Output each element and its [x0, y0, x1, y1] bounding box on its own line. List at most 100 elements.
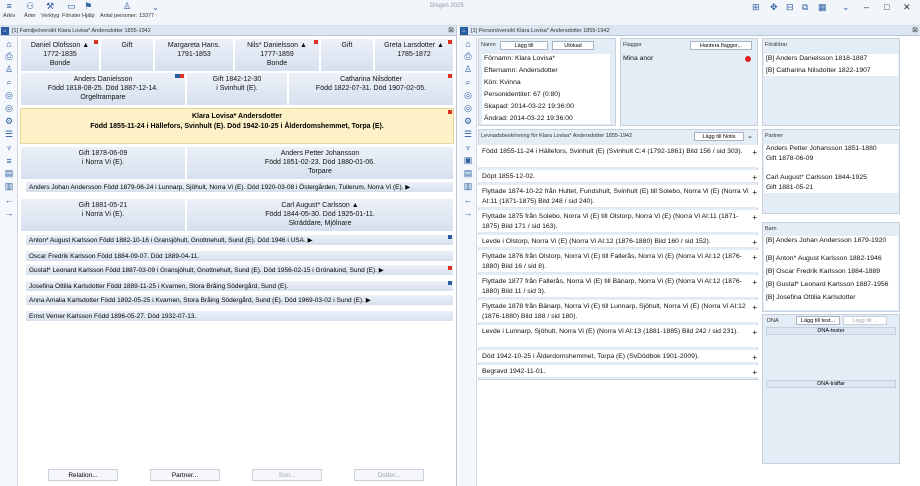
list-icon[interactable]: ≡ — [0, 154, 18, 167]
forward-icon[interactable]: → — [0, 206, 18, 219]
child-item[interactable]: [B] Anders Johan Andersson 1879-1920 — [766, 236, 898, 246]
parents-marriage-card[interactable]: Gift 1842-12-30 i Svinhult (E). — [186, 72, 288, 106]
tree-icon[interactable]: ♆ — [0, 141, 18, 154]
add-icon[interactable]: + — [752, 353, 757, 363]
father-card[interactable]: Anders Danielsson Född 1818-08-25. Död 18… — [20, 72, 186, 106]
child-item[interactable]: [B] Oscar Fredrik Karlsson 1884-1889 — [766, 267, 898, 277]
child-item[interactable]: [B] Gustaf* Leonard Karlsson 1887-1956 — [766, 280, 898, 290]
grandparent-card[interactable]: Nils* Danielsson ▲ 1777-1859 Bonde — [234, 38, 320, 72]
extended-button[interactable]: Utökad — [552, 41, 594, 50]
home-icon[interactable]: ⌂ — [459, 37, 477, 50]
doc-icon[interactable]: ▤ — [459, 167, 477, 180]
add-icon[interactable]: + — [752, 253, 757, 263]
back-icon[interactable]: ← — [459, 193, 477, 206]
parent-item[interactable]: [B] Catharina Nilsdotter 1822-1907 — [766, 66, 898, 76]
cascade-icon[interactable]: ⧉ — [802, 2, 808, 13]
search-icon[interactable]: ⌕ — [459, 76, 477, 89]
close-icon[interactable]: ⊠ — [448, 26, 454, 36]
partner-card[interactable]: Anders Petter Johansson Född 1851-02-23. … — [186, 146, 454, 180]
marriage-card[interactable]: Gift — [320, 38, 374, 72]
add-dna-button[interactable]: Lägg till ... — [843, 316, 887, 325]
parent-item[interactable]: [B] Anders Danielsson 1818-1887 — [766, 54, 898, 64]
add-icon[interactable]: + — [752, 173, 757, 183]
person-icon[interactable]: ♙ — [0, 63, 18, 76]
add-icon[interactable]: + — [752, 188, 757, 198]
close-icon[interactable]: ⊠ — [912, 26, 918, 36]
partner-item[interactable]: Carl August* Carlsson 1844-1925 — [766, 173, 898, 183]
settings-icon[interactable]: ⚙ — [0, 115, 18, 128]
mother-card[interactable]: Catharina Nilsdotter Född 1822-07-31. Död… — [288, 72, 454, 106]
window-button[interactable]: ▭ Fönster — [62, 1, 81, 25]
daughter-button[interactable]: Dotter... — [354, 469, 424, 481]
event-entry[interactable]: Flyttade 1878 från Bänarp, Norra Vi (E) … — [478, 300, 758, 323]
move-icon[interactable]: ✥ — [770, 2, 778, 13]
relation-button[interactable]: Relation... — [48, 469, 118, 481]
tools-button[interactable]: ⚒ Verktyg — [41, 1, 59, 25]
add-name-button[interactable]: Lägg till — [500, 41, 548, 50]
tile-icon[interactable]: ⊟ — [786, 2, 794, 13]
menu-button[interactable]: ≡ Arkiv — [3, 1, 15, 25]
list-icon[interactable]: ☰ — [459, 128, 477, 141]
tree-icon[interactable]: ♆ — [459, 141, 477, 154]
globe-icon[interactable]: ◎ — [0, 102, 18, 115]
event-entry[interactable]: Flyttade 1876 från Olstorp, Norra Vi (E)… — [478, 250, 758, 273]
event-entry[interactable]: Levde i Lunnarp, Sjöhult, Norra Vi (E) (… — [478, 325, 758, 348]
help-button[interactable]: ⚑ Hjälp — [82, 1, 95, 25]
minimize-icon[interactable]: – — [864, 2, 869, 12]
chevron-down-icon[interactable]: ⌄ — [152, 3, 159, 12]
event-entry[interactable]: Flyttade 1874-10-22 från Hultet, Fundshu… — [478, 185, 758, 208]
marriage-card[interactable]: Gift 1878-06-09 i Norra Vi (E). — [20, 146, 186, 180]
print-icon[interactable]: ⎙ — [0, 50, 18, 63]
add-icon[interactable]: + — [752, 148, 757, 158]
grandparent-card[interactable]: Daniel Olofsson ▲ 1772-1835 Bonde — [20, 38, 100, 72]
child-row[interactable]: Anton* August Karlsson Född 1882-10-16 i… — [25, 234, 454, 246]
son-button[interactable]: Son... — [252, 469, 322, 481]
add-note-button[interactable]: Lägg till Notis — [694, 132, 744, 141]
globe-icon[interactable]: ◎ — [0, 89, 18, 102]
add-icon[interactable]: + — [752, 328, 757, 338]
partner-item[interactable]: Anders Petter Johansson 1851-1880 — [766, 144, 898, 154]
doc-icon[interactable]: ▥ — [459, 180, 477, 193]
grandparent-card[interactable]: Margareta Hans. 1791-1853 — [154, 38, 234, 72]
add-icon[interactable]: + — [752, 238, 757, 248]
chevron-down-icon[interactable]: ⌄ — [842, 2, 850, 13]
manage-flags-button[interactable]: Hantera flaggor... — [690, 41, 752, 50]
child-row[interactable]: Anna Amalia Karlsdotter Född 1892-05-25 … — [25, 294, 454, 306]
add-icon[interactable]: + — [752, 213, 757, 223]
home-icon[interactable]: ⌂ — [0, 37, 18, 50]
list-icon[interactable]: ☰ — [0, 128, 18, 141]
child-row[interactable]: Ernst Verner Karlsson Född 1896-05-27. D… — [25, 310, 454, 322]
child-row[interactable]: Oscar Fredrik Karlsson Född 1884-09-07. … — [25, 250, 454, 262]
event-entry[interactable]: Flyttade 1877 från Fallerås, Norra Vi (E… — [478, 275, 758, 298]
grandparent-card[interactable]: Greta Larsdotter ▲ 1785-1872 — [374, 38, 454, 72]
add-icon[interactable]: + — [752, 303, 757, 313]
add-icon[interactable]: + — [752, 368, 757, 378]
settings-icon[interactable]: ⚙ — [459, 115, 477, 128]
add-icon[interactable]: + — [752, 278, 757, 288]
forward-icon[interactable]: → — [459, 206, 477, 219]
child-item[interactable]: [B] Anton* August Karlsson 1882-1946 — [766, 254, 898, 264]
partner-card[interactable]: Carl August* Carlsson ▲ Född 1844-05-30. … — [186, 198, 454, 232]
event-entry[interactable]: Flyttade 1875 från Solebo, Norra Vi (E) … — [478, 210, 758, 233]
doc-icon[interactable]: ▤ — [0, 167, 18, 180]
partner-button[interactable]: Partner... — [150, 469, 220, 481]
layout-icon[interactable]: ⊞ — [752, 2, 760, 13]
event-entry[interactable]: Levde i Olstorp, Norra Vi (E) (Norra Vi … — [478, 235, 758, 248]
people-button[interactable]: ⚇ Ärter — [24, 1, 36, 25]
child-row[interactable]: Josefina Ottilia Karlsdotter Född 1889-1… — [25, 280, 454, 292]
doc-icon[interactable]: ▣ — [459, 154, 477, 167]
child-row[interactable]: Gustaf* Leonard Karlsson Född 1887-03-09… — [25, 264, 454, 276]
globe-icon[interactable]: ◎ — [459, 102, 477, 115]
back-icon[interactable]: ← — [0, 193, 18, 206]
globe-icon[interactable]: ◎ — [459, 89, 477, 102]
maximize-icon[interactable]: □ — [884, 2, 889, 12]
add-dna-test-button[interactable]: Lägg till test... — [796, 316, 840, 325]
event-entry[interactable]: Född 1855-11-24 i Hällefors, Svinhult (E… — [478, 145, 758, 168]
person-icon[interactable]: ♙ — [459, 63, 477, 76]
marriage-card[interactable]: Gift — [100, 38, 154, 72]
chevron-down-icon[interactable]: ⌄ — [747, 132, 753, 140]
close-icon[interactable]: ✕ — [903, 2, 911, 13]
child-item[interactable]: [B] Josefina Ottilia Karlsdotter — [766, 293, 898, 303]
marriage-card[interactable]: Gift 1881-05-21 i Norra Vi (E). — [20, 198, 186, 232]
main-person-card[interactable]: Klara Lovisa* Andersdotter Född 1855-11-2… — [20, 108, 454, 144]
